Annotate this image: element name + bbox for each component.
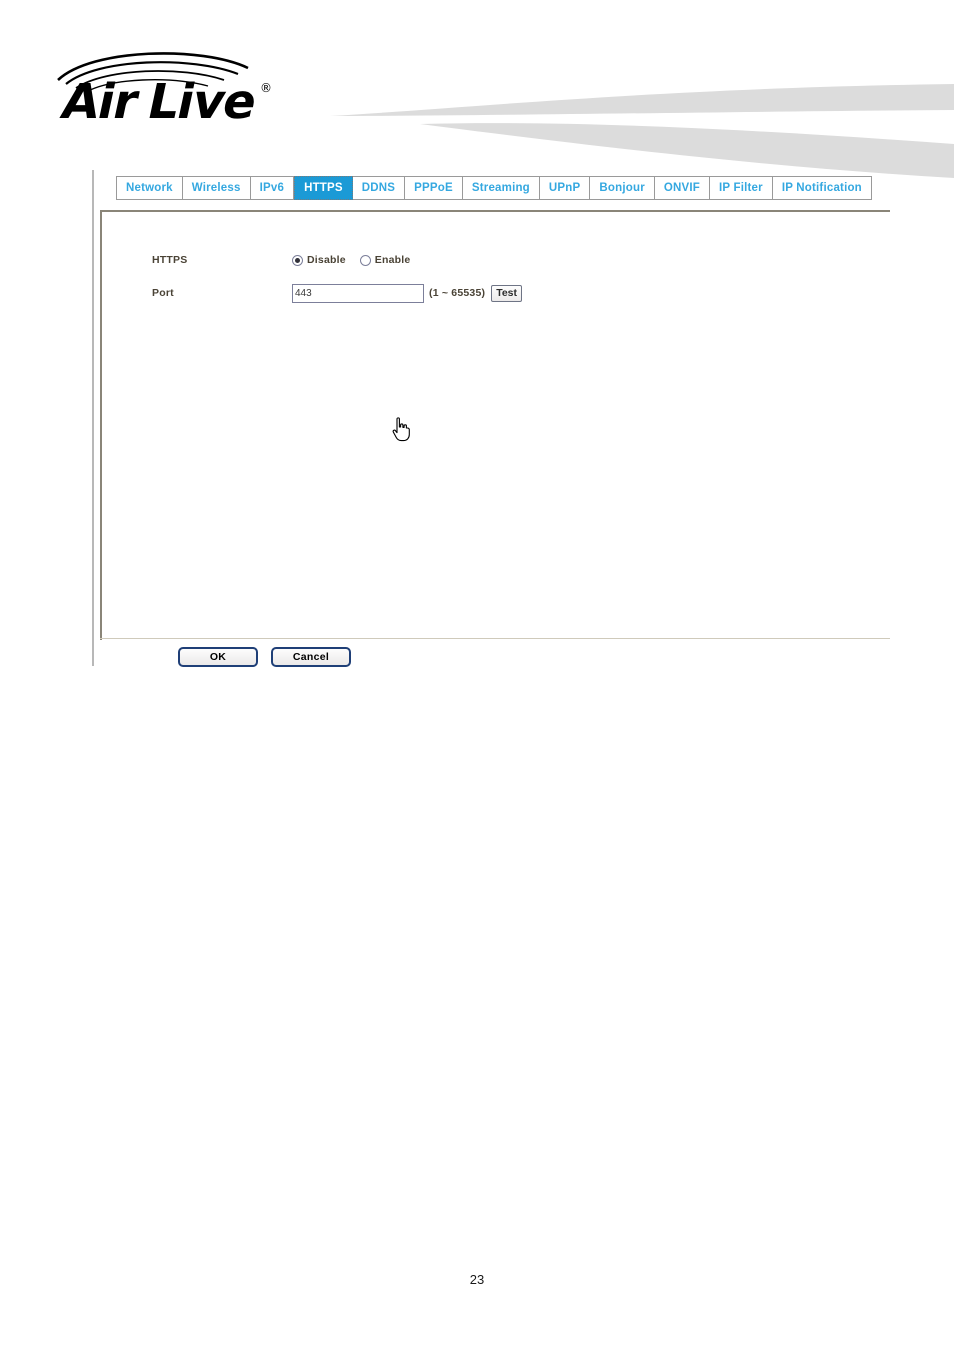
https-row: HTTPS Disable Enable — [152, 248, 522, 272]
https-label: HTTPS — [152, 254, 188, 266]
form-action-buttons[interactable]: OK Cancel — [178, 647, 351, 667]
https-disable-option[interactable]: Disable — [292, 254, 346, 266]
tab-streaming[interactable]: Streaming — [462, 176, 540, 200]
port-label: Port — [152, 287, 174, 299]
tab-ip-notification[interactable]: IP Notification — [772, 176, 872, 200]
port-field-group: (1 ~ 65535) Test — [292, 283, 523, 303]
tab-pppoe[interactable]: PPPoE — [405, 176, 463, 200]
ok-button[interactable]: OK — [178, 647, 258, 667]
tab-onvif[interactable]: ONVIF — [654, 176, 711, 200]
tab-upnp[interactable]: UPnP — [539, 176, 591, 200]
https-radio-group[interactable]: Disable Enable — [292, 254, 424, 266]
tab-bonjour[interactable]: Bonjour — [590, 176, 655, 200]
tab-https[interactable]: HTTPS — [294, 176, 353, 200]
test-button[interactable]: Test — [491, 284, 523, 302]
svg-text:Air: Air — [57, 74, 144, 126]
tab-wireless[interactable]: Wireless — [182, 176, 251, 200]
svg-text:Live: Live — [143, 74, 262, 126]
radio-enable-icon[interactable] — [359, 254, 371, 266]
https-disable-label: Disable — [307, 254, 346, 266]
tab-ip-filter[interactable]: IP Filter — [710, 176, 773, 200]
tab-network[interactable]: Network — [116, 176, 183, 200]
https-enable-option[interactable]: Enable — [359, 254, 411, 266]
radio-disable-icon[interactable] — [292, 254, 303, 266]
content-frame-bottom-border — [100, 638, 890, 639]
cancel-button[interactable]: Cancel — [271, 647, 351, 667]
page-number: 23 — [469, 1272, 485, 1287]
page-header: Air Live ® — [0, 0, 954, 178]
tab-ddns[interactable]: DDNS — [352, 176, 406, 200]
tab-bar[interactable]: Network Wireless IPv6 HTTPS DDNS PPPoE S… — [116, 176, 872, 200]
port-row: Port (1 ~ 65535) Test — [152, 281, 523, 305]
settings-panel: Network Wireless IPv6 HTTPS DDNS PPPoE S… — [92, 168, 898, 668]
port-range-hint: (1 ~ 65535) — [429, 287, 486, 299]
airlive-logo: Air Live ® — [57, 52, 272, 126]
port-input[interactable] — [292, 283, 424, 303]
panel-left-border — [92, 170, 94, 666]
decorative-swoosh — [330, 84, 954, 178]
tab-ipv6[interactable]: IPv6 — [250, 176, 295, 200]
https-settings-form: HTTPS Disable Enable Port (1 ~ 65535) Te… — [152, 248, 523, 305]
trademark-symbol: ® — [260, 81, 272, 95]
https-enable-label: Enable — [374, 254, 411, 266]
